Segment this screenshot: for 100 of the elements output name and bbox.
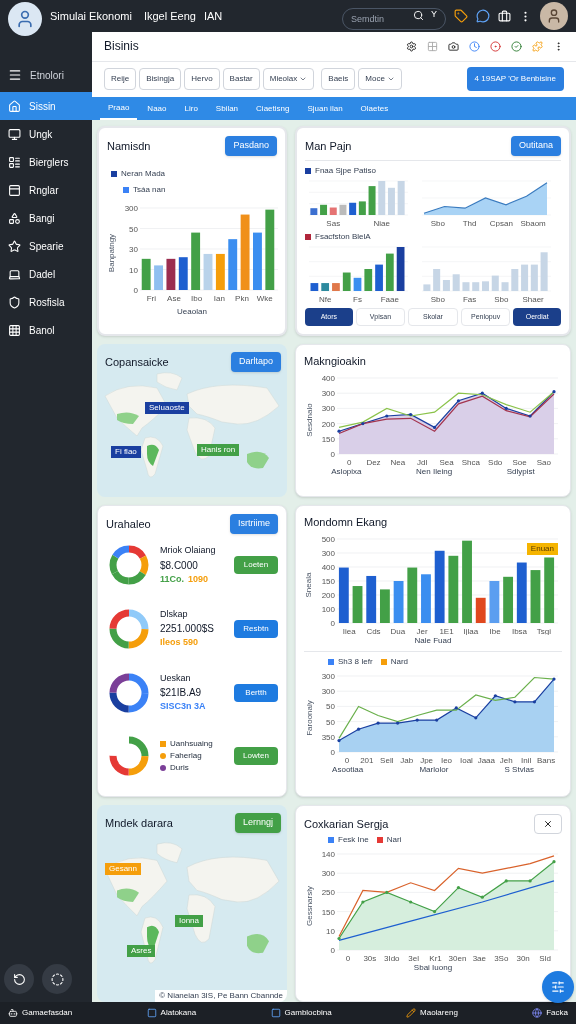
panel-title: Makngioakin <box>304 354 367 369</box>
x-tick-label: Jdl <box>417 457 428 466</box>
bar <box>489 580 500 623</box>
group-label: Marlolor <box>419 764 449 776</box>
action-button[interactable]: Darltapo <box>230 352 281 372</box>
tab[interactable]: Praao <box>100 97 138 120</box>
action-button[interactable]: Outitana <box>510 136 561 156</box>
axis-title: Gessnarsly <box>303 886 315 926</box>
record-icon[interactable] <box>490 40 501 52</box>
avatar[interactable] <box>540 2 568 30</box>
y-tick-label: 300 <box>321 686 335 696</box>
x-tick-label: 3el <box>408 954 419 962</box>
data-point <box>361 900 365 904</box>
legend-label: Fsacfston BlelA <box>315 230 371 243</box>
x-tick-label: Cds <box>366 626 381 635</box>
bar <box>366 575 377 623</box>
stat-value: $8.C000 <box>160 558 199 573</box>
panel-title: Copansaicke <box>105 354 169 370</box>
y-tick-label: 0 <box>330 618 335 628</box>
sidebar-item[interactable]: Ungk <box>0 120 92 148</box>
action-button[interactable]: Pasdano <box>225 136 277 156</box>
bar <box>310 207 318 215</box>
settings-icon[interactable] <box>406 40 417 52</box>
tab[interactable]: Liro <box>176 97 206 120</box>
avatar[interactable] <box>8 2 42 36</box>
bar <box>166 258 176 290</box>
map-label: Seluaoste <box>145 402 189 414</box>
dropdown-button[interactable]: Moce <box>358 68 402 91</box>
x-tick-label: Ioal <box>459 755 473 764</box>
map-label: Ionna <box>175 915 204 927</box>
y-tick-label: 300 <box>321 869 335 879</box>
bar <box>215 253 225 290</box>
sidebar-item[interactable]: Bierglers <box>0 148 92 176</box>
x-tick-label: Ibe <box>489 626 501 635</box>
x-tick-label: Sao <box>536 457 551 466</box>
tab[interactable]: Sbilan <box>207 97 247 120</box>
clock-icon[interactable] <box>469 40 480 52</box>
refresh-icon <box>12 972 26 986</box>
taskbar-item[interactable]: Maolareng <box>406 1007 458 1019</box>
menu-icon[interactable] <box>8 68 22 82</box>
sidebar-item[interactable]: Bangi <box>0 204 92 232</box>
shortcut-label: Y <box>431 10 437 19</box>
taskbar-item[interactable]: Facka <box>532 1007 568 1019</box>
floating-action-button[interactable] <box>542 971 574 1003</box>
round-button[interactable] <box>42 964 72 994</box>
action-button[interactable]: Bertth <box>234 683 278 702</box>
bar <box>407 567 418 623</box>
sidebar-item[interactable]: Banol <box>0 316 92 344</box>
legend-label: Faherlag <box>170 750 202 763</box>
y-tick-label: 10 <box>129 265 138 274</box>
group-label: Aslopixa <box>331 465 362 478</box>
briefcase-icon[interactable] <box>498 9 511 23</box>
sidebar-item[interactable]: Rnglar <box>0 176 92 204</box>
taskbar-item[interactable]: Alatokana <box>146 1007 197 1019</box>
tab[interactable]: Ciaetisng <box>248 97 298 120</box>
stat-detail: SISC3n 3A <box>160 700 206 714</box>
chat-icon[interactable] <box>476 9 490 23</box>
refresh-button[interactable] <box>4 964 34 994</box>
data-point <box>456 886 461 890</box>
data-point <box>552 676 556 681</box>
sidebar-item[interactable]: Spearie <box>0 232 92 260</box>
sidebar-item[interactable]: Sissin <box>0 92 92 120</box>
close-button[interactable] <box>534 814 562 834</box>
chart-badge: Enuan <box>526 542 558 555</box>
toolbar-button[interactable]: Bisingja <box>139 68 182 91</box>
taskbar-item[interactable]: Gamaefasdan <box>8 1007 73 1019</box>
data-point <box>337 738 341 742</box>
action-button[interactable]: Resbtn <box>234 619 278 638</box>
bar <box>501 281 509 291</box>
x-tick-label: Nea <box>390 457 406 466</box>
y-tick-label: 10 <box>326 926 335 936</box>
axis-title: Sneala <box>303 572 315 597</box>
x-tick-label: 30en <box>448 954 467 962</box>
bar <box>544 557 555 623</box>
action-button[interactable]: Isrtriime <box>230 514 278 534</box>
primary-button[interactable]: 4 19SAP 'Or Benbisine <box>466 67 564 92</box>
bar <box>375 264 383 291</box>
toolbar-button[interactable]: Baeis <box>321 68 356 91</box>
tag-icon[interactable] <box>454 9 468 23</box>
toolbar-button[interactable]: Reije <box>104 68 137 91</box>
taskbar-item[interactable]: Gamblocbina <box>270 1007 332 1019</box>
legend-label: Uanhsuaing <box>170 738 213 751</box>
bar <box>353 277 362 291</box>
y-tick-label: 0 <box>330 747 335 757</box>
tab[interactable]: Naao <box>139 97 175 120</box>
data-point <box>385 413 389 418</box>
sidebar-item[interactable]: Rosfisla <box>0 288 92 316</box>
camera-icon[interactable] <box>448 40 459 52</box>
data-point <box>552 389 556 393</box>
bar <box>141 258 151 290</box>
tab[interactable]: Olaetes <box>352 97 397 120</box>
dropdown-button[interactable]: Mieolax <box>262 68 315 91</box>
sidebar-item[interactable]: Dadel <box>0 260 92 288</box>
bar <box>154 264 163 290</box>
check-circle-icon[interactable] <box>511 40 522 52</box>
x-tick-label: Jpe <box>420 755 434 764</box>
toolbar-button[interactable]: Bastar <box>222 68 260 91</box>
tab[interactable]: Sjuan ilan <box>299 97 351 120</box>
toolbar-button[interactable]: Hervo <box>184 68 220 91</box>
app-subtitle: Ikgel Eeng <box>143 8 196 24</box>
